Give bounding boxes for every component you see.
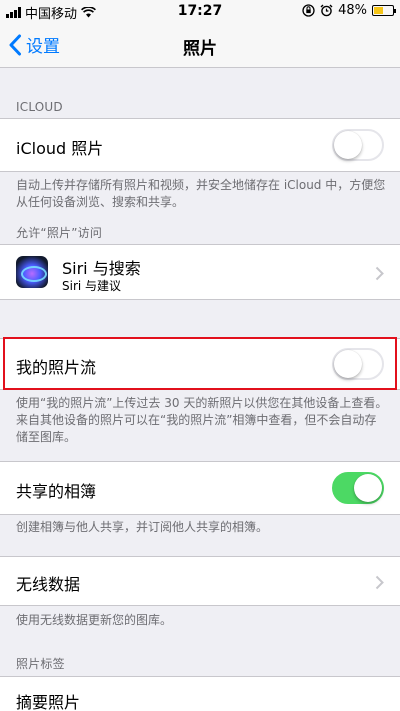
page-title: 照片 bbox=[183, 39, 217, 59]
photo-stream-footer-text: 使用“我的照片流”上传过去 30 天的新照片以供您在其他设备上查看。来自其他设备… bbox=[16, 396, 388, 444]
icloud-photos-label: iCloud 照片 bbox=[16, 139, 104, 158]
shared-albums-toggle[interactable] bbox=[332, 472, 384, 504]
my-photo-stream-label: 我的照片流 bbox=[16, 358, 97, 377]
battery-fill bbox=[374, 7, 383, 14]
icloud-footer-text: 自动上传并存储所有照片和视频，并安全地储存在 iCloud 中，方便您从任何设备… bbox=[16, 178, 386, 209]
icloud-photos-row: iCloud 照片 bbox=[0, 118, 400, 172]
wireless-data-label: 无线数据 bbox=[16, 575, 81, 594]
alarm-icon bbox=[320, 4, 333, 17]
siri-search-title: Siri 与搜索 bbox=[62, 259, 141, 278]
siri-search-row[interactable]: Siri 与搜索 Siri 与建议 bbox=[0, 244, 400, 300]
chevron-right-icon bbox=[375, 266, 384, 281]
navigation-bar: 设置 照片 bbox=[0, 22, 400, 68]
wireless-data-row[interactable]: 无线数据 bbox=[0, 556, 400, 606]
access-section-header: 允许“照片”访问 bbox=[16, 226, 103, 240]
icloud-photos-toggle[interactable] bbox=[332, 129, 384, 161]
icloud-section-header: ICLOUD bbox=[16, 100, 63, 114]
siri-search-subtitle: Siri 与建议 bbox=[62, 279, 122, 293]
status-right: 48% bbox=[302, 3, 396, 18]
shared-albums-row: 共享的相簿 bbox=[0, 461, 400, 515]
siri-icon bbox=[16, 256, 48, 288]
shared-albums-footer-text: 创建相簿与他人共享，并订阅他人共享的相簿。 bbox=[16, 520, 269, 534]
shared-albums-label: 共享的相簿 bbox=[16, 482, 97, 501]
battery-icon bbox=[372, 5, 396, 16]
status-bar: 中国移动 17:27 48% bbox=[0, 0, 400, 22]
orientation-lock-icon bbox=[302, 4, 315, 17]
my-photo-stream-row: 我的照片流 bbox=[0, 338, 400, 390]
summary-photos-label: 摘要照片 bbox=[16, 693, 81, 711]
photo-tags-section-header: 照片标签 bbox=[16, 657, 65, 671]
summary-photos-row[interactable]: 摘要照片 bbox=[0, 676, 400, 711]
wireless-data-footer-text: 使用无线数据更新您的图库。 bbox=[16, 613, 173, 627]
my-photo-stream-toggle[interactable] bbox=[332, 348, 384, 380]
chevron-right-icon bbox=[375, 575, 384, 590]
battery-percent: 48% bbox=[338, 3, 367, 18]
